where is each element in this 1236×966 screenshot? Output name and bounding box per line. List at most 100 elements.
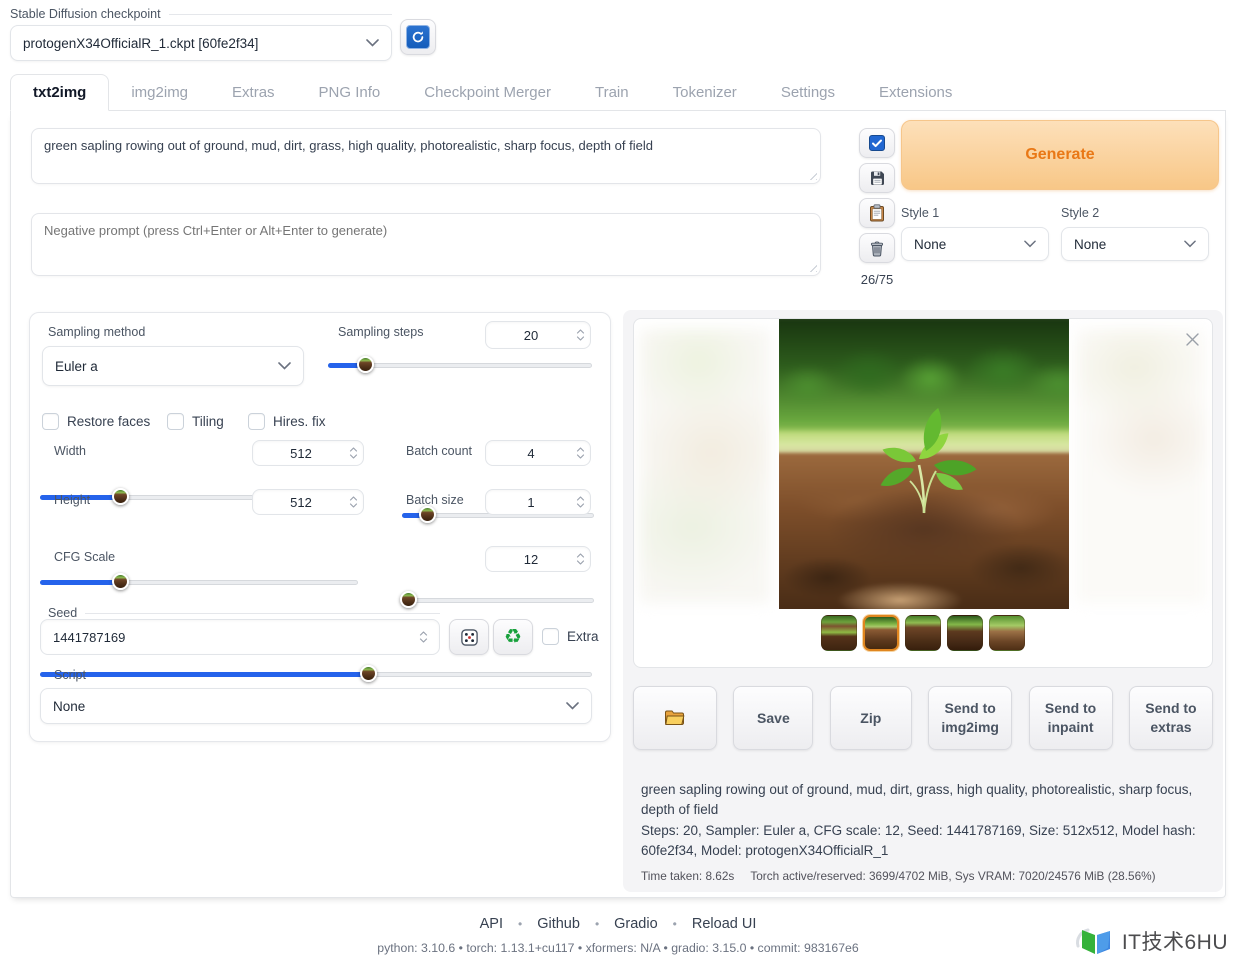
info-vram: Torch active/reserved: 3699/4702 MiB, Sy… (750, 869, 1156, 883)
batch-count-input[interactable]: 4 (485, 440, 591, 466)
checkpoint-label: Stable Diffusion checkpoint (10, 7, 161, 21)
send-to-extras-button[interactable]: Send to extras (1128, 686, 1213, 750)
label-line (85, 612, 440, 614)
width-input[interactable]: 512 (252, 440, 364, 466)
prompt-tools: 26/75 (859, 128, 895, 287)
save-button[interactable]: Save (733, 686, 814, 750)
close-image-button[interactable] (1182, 329, 1202, 349)
height-slider[interactable] (40, 573, 358, 591)
width-label: Width (54, 444, 86, 458)
batch-count-label: Batch count (406, 444, 473, 458)
tab-tokenizer[interactable]: Tokenizer (651, 75, 759, 110)
hires-fix-checkbox[interactable]: Hires. fix (248, 413, 326, 430)
gallery-thumbnail-2-selected[interactable] (863, 615, 899, 651)
tab-txt2img[interactable]: txt2img (10, 74, 110, 111)
checkbox-box (167, 413, 184, 430)
output-area: Save Zip Send to img2img Send to inpaint… (623, 310, 1223, 892)
clear-prompt-button[interactable] (859, 233, 895, 263)
extra-seed-checkbox[interactable]: Extra (542, 628, 599, 645)
tab-extras[interactable]: Extras (210, 75, 297, 110)
sampling-steps-slider[interactable] (328, 356, 592, 374)
stepper-arrows[interactable] (576, 328, 590, 342)
refresh-icon (406, 25, 430, 49)
tab-train[interactable]: Train (573, 75, 651, 110)
checkpoint-select[interactable]: protogenX34OfficialR_1.ckpt [60fe2f34] (10, 25, 392, 61)
send-to-img2img-button[interactable]: Send to img2img (928, 686, 1013, 750)
apply-style-button[interactable] (859, 198, 895, 228)
gallery-thumbnail-1[interactable] (821, 615, 857, 651)
sampling-method-select[interactable]: Euler a (42, 346, 304, 386)
cfg-scale-label: CFG Scale (54, 550, 116, 564)
sampling-method-label: Sampling method (48, 325, 146, 339)
footer-versions: python: 3.10.6 • torch: 1.13.1+cu117 • x… (377, 941, 859, 955)
folder-icon (665, 710, 685, 725)
clipboard-icon (870, 204, 884, 222)
style2-select[interactable]: None (1061, 227, 1209, 261)
zip-button[interactable]: Zip (829, 686, 912, 750)
prompt-input[interactable]: green sapling rowing out of ground, mud,… (31, 128, 821, 184)
paste-generation-params-button[interactable] (859, 128, 895, 158)
style1-select[interactable]: None (901, 227, 1049, 261)
style1-label: Style 1 (901, 206, 940, 220)
tab-img2img[interactable]: img2img (109, 75, 210, 110)
open-folder-button[interactable] (633, 686, 717, 750)
stepper-arrows[interactable] (349, 495, 363, 509)
tab-png-info[interactable]: PNG Info (297, 75, 403, 110)
cfg-scale-slider[interactable] (40, 665, 592, 683)
restore-faces-checkbox[interactable]: Restore faces (42, 413, 150, 430)
footer-link-gradio[interactable]: Gradio (614, 916, 658, 932)
checkpoint-group: Stable Diffusion checkpoint protogenX34O… (10, 6, 392, 61)
height-input[interactable]: 512 (252, 489, 364, 515)
image-viewer (633, 318, 1213, 668)
script-select[interactable]: None (40, 688, 592, 724)
gallery-thumbnail-5[interactable] (989, 615, 1025, 651)
sampling-steps-label: Sampling steps (338, 325, 424, 339)
recycle-icon: ♻ (504, 626, 522, 648)
sampling-steps-input[interactable]: 20 (485, 321, 591, 349)
check-square-icon (869, 135, 885, 151)
label-line (168, 13, 392, 15)
watermark-text: IT技术6HU (1121, 931, 1228, 954)
tab-extensions[interactable]: Extensions (857, 75, 974, 110)
info-prompt: green sapling rowing out of ground, mud,… (641, 782, 1193, 818)
reuse-seed-button[interactable]: ♻ (493, 619, 533, 655)
footer-link-api[interactable]: API (480, 916, 503, 932)
footer-link-reload-ui[interactable]: Reload UI (692, 916, 756, 932)
generated-image[interactable] (779, 319, 1069, 609)
footer-link-github[interactable]: Github (537, 916, 580, 932)
gallery-blur-right (1076, 329, 1206, 603)
stepper-arrows[interactable] (419, 630, 433, 644)
seed-input[interactable]: 1441787169 (40, 619, 440, 655)
output-buttons: Save Zip Send to img2img Send to inpaint… (633, 686, 1213, 750)
chevron-down-icon (1184, 240, 1196, 248)
tiling-checkbox[interactable]: Tiling (167, 413, 224, 430)
cfg-scale-input[interactable]: 12 (485, 546, 591, 572)
save-style-button[interactable] (859, 163, 895, 193)
stepper-arrows[interactable] (576, 552, 590, 566)
tab-settings[interactable]: Settings (759, 75, 857, 110)
chevron-down-icon (278, 362, 291, 370)
batch-size-input[interactable]: 1 (485, 489, 591, 515)
stable-diffusion-webui: Stable Diffusion checkpoint protogenX34O… (0, 0, 1236, 966)
generate-button[interactable]: Generate (901, 120, 1219, 190)
checkbox-box (42, 413, 59, 430)
stepper-arrows[interactable] (349, 446, 363, 460)
style1-group: Style 1 None (901, 204, 1051, 261)
random-seed-button[interactable] (449, 619, 489, 655)
stepper-arrows[interactable] (576, 495, 590, 509)
chevron-down-icon (366, 39, 379, 47)
negative-prompt-input[interactable] (31, 213, 821, 276)
footer-links: API • Github • Gradio • Reload UI (479, 916, 757, 932)
generate-column: Generate Style 1 None Style 2 None (901, 120, 1229, 261)
send-to-inpaint-button[interactable]: Send to inpaint (1028, 686, 1113, 750)
tab-checkpoint-merger[interactable]: Checkpoint Merger (402, 75, 573, 110)
gallery-thumbnails (634, 615, 1212, 651)
style2-label: Style 2 (1061, 206, 1100, 220)
stepper-arrows[interactable] (576, 446, 590, 460)
generation-settings-panel: Sampling method Euler a Sampling steps 2… (29, 312, 611, 742)
gallery-thumbnail-3[interactable] (905, 615, 941, 651)
gallery-blur-left (640, 329, 770, 603)
refresh-checkpoints-button[interactable] (400, 19, 436, 55)
gallery-thumbnail-4[interactable] (947, 615, 983, 651)
checkbox-box (542, 628, 559, 645)
